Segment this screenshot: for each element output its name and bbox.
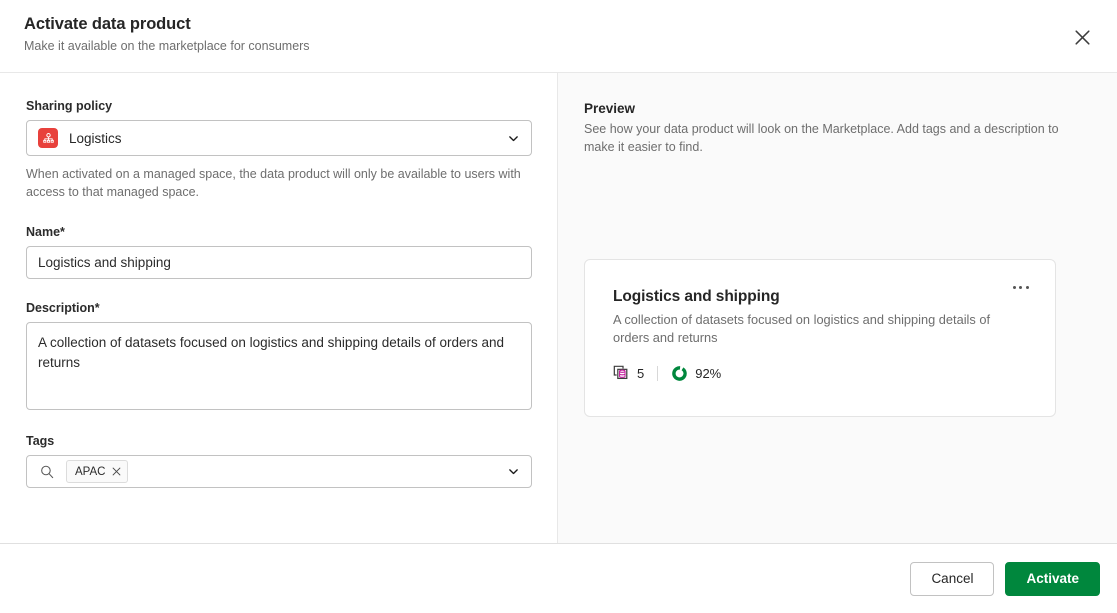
sharing-policy-value: Logistics	[69, 130, 122, 146]
card-title: Logistics and shipping	[612, 288, 780, 306]
chevron-down-icon	[505, 130, 521, 146]
tags-field: Tags APAC	[26, 434, 533, 489]
remove-tag-icon[interactable]	[112, 467, 121, 476]
quality-donut-icon	[671, 365, 688, 382]
activate-button[interactable]: Activate	[1005, 561, 1100, 596]
quality-stat: 92%	[671, 365, 721, 382]
sharing-policy-field: Sharing policy Logistics When activated …	[26, 99, 533, 201]
form-pane: Sharing policy Logistics When activated …	[0, 73, 558, 543]
description-input[interactable]: A collection of datasets focused on logi…	[26, 322, 532, 411]
preview-title: Preview	[583, 101, 636, 116]
tags-label: Tags	[26, 434, 55, 449]
dialog-subtitle: Make it available on the marketplace for…	[24, 38, 310, 53]
stat-divider	[657, 365, 659, 381]
datasets-stat: 5	[613, 365, 644, 382]
sharing-policy-select[interactable]: Logistics	[26, 120, 532, 156]
name-input[interactable]: Logistics and shipping	[26, 246, 532, 280]
dialog-body: Sharing policy Logistics When activated …	[0, 73, 1117, 544]
card-stats: 5 92%	[613, 365, 1029, 382]
preview-description: See how your data product will look on t…	[583, 122, 1059, 155]
sharing-policy-help-text: When activated on a managed space, the d…	[26, 167, 521, 200]
name-field: Name* Logistics and shipping	[26, 225, 533, 280]
sharing-policy-label: Sharing policy	[26, 99, 113, 113]
tags-chevron-down-icon[interactable]	[505, 464, 521, 480]
name-label: Name*	[26, 225, 65, 240]
dialog-header: Activate data product Make it available …	[0, 0, 1117, 73]
activate-data-product-dialog: Activate data product Make it available …	[0, 0, 1117, 613]
tag-chip[interactable]: APAC	[66, 460, 129, 484]
description-field: Description* A collection of datasets fo…	[26, 301, 533, 411]
close-dialog-button[interactable]	[1067, 22, 1097, 52]
search-icon	[37, 462, 57, 482]
close-icon	[1074, 29, 1091, 46]
quality-value: 92%	[695, 365, 722, 381]
tags-select[interactable]: APAC	[26, 455, 532, 489]
managed-space-icon	[38, 128, 58, 148]
data-product-preview-card: Logistics and shipping A collection of d…	[583, 259, 1056, 418]
description-label: Description*	[26, 301, 100, 316]
datasets-stack-icon	[613, 365, 630, 382]
card-description: A collection of datasets focused on logi…	[612, 312, 991, 346]
preview-pane: Preview See how your data product will l…	[557, 73, 1117, 543]
dialog-footer: Cancel Activate	[0, 544, 1117, 613]
datasets-count: 5	[636, 365, 645, 381]
tag-chip-label: APAC	[75, 465, 106, 478]
dialog-title: Activate data product	[24, 15, 191, 33]
cancel-button[interactable]: Cancel	[910, 561, 995, 596]
card-more-options-icon[interactable]	[1012, 286, 1029, 290]
